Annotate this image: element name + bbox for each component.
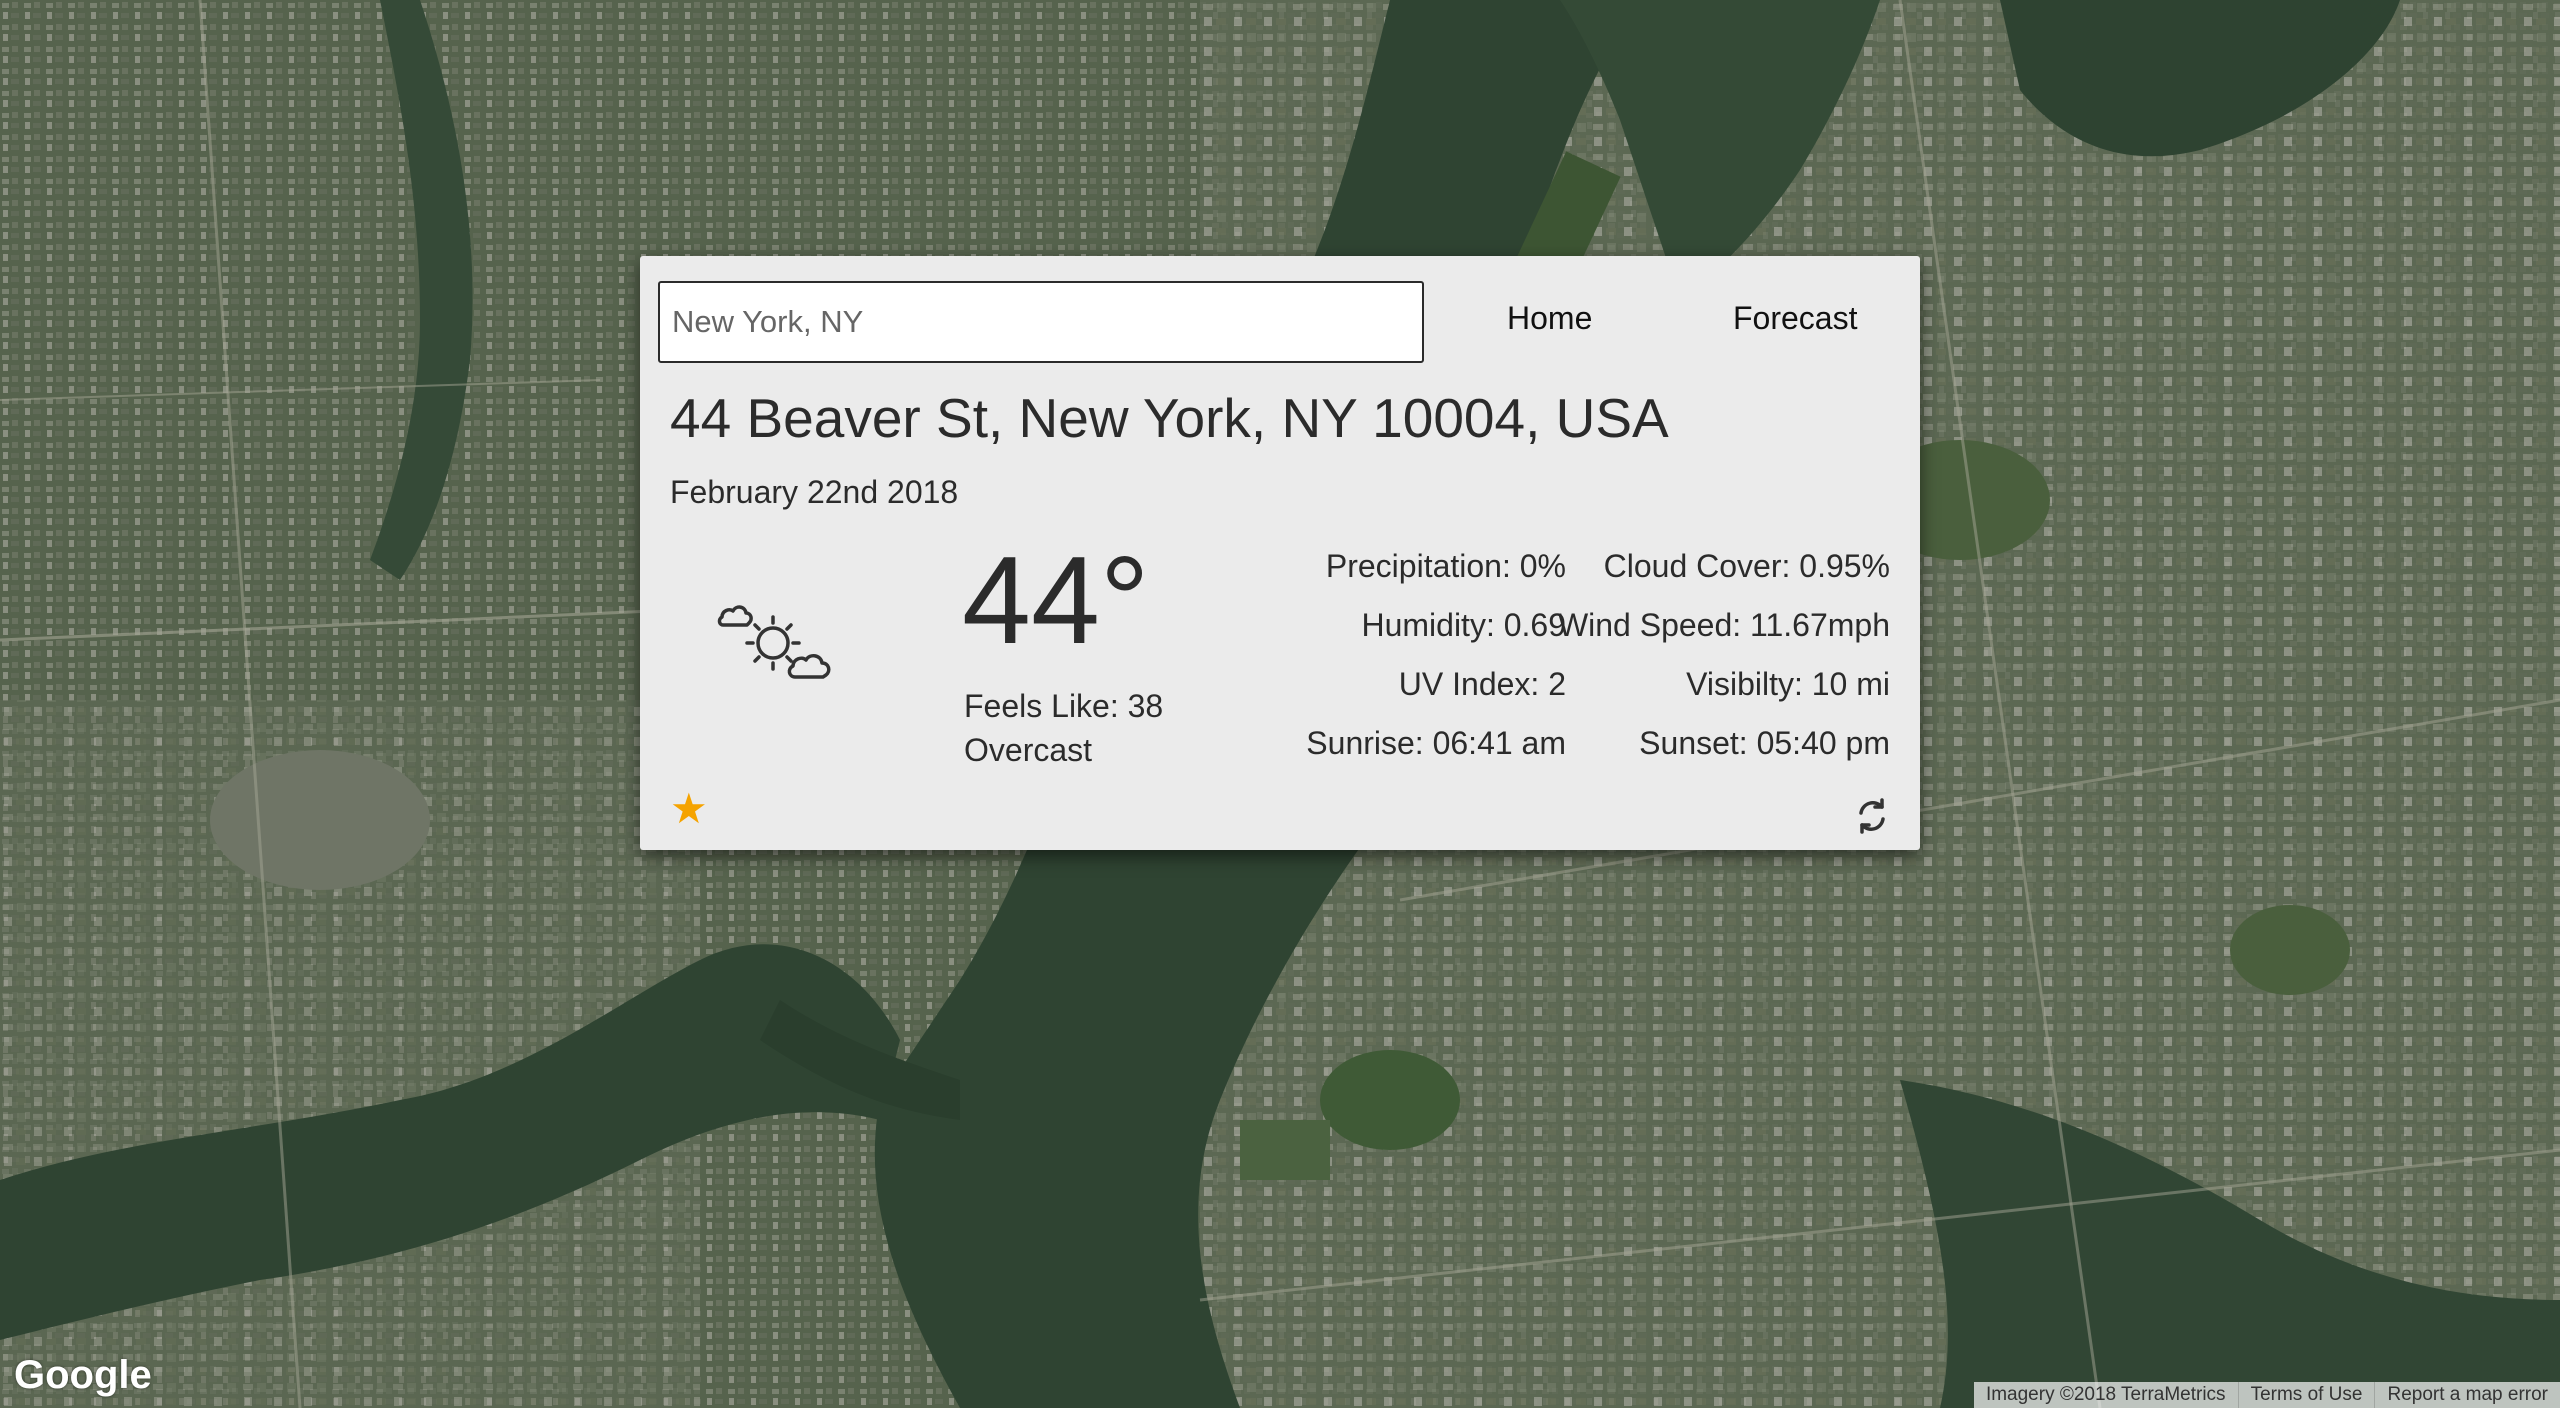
star-icon[interactable]: ★ <box>670 788 708 830</box>
imagery-credit: Imagery ©2018 TerraMetrics <box>1985 1384 2226 1405</box>
weather-card: Home Forecast 44 Beaver St, New York, NY… <box>640 256 1920 850</box>
report-map-error-link[interactable]: Report a map error <box>2374 1382 2560 1408</box>
uv-index-stat: UV Index: 2 <box>1398 666 1566 702</box>
sunset-stat: Sunset: 05:40 pm <box>1639 725 1890 761</box>
location-search-input[interactable] <box>658 281 1424 363</box>
cloud-cover-stat: Cloud Cover: 0.95% <box>1603 548 1890 584</box>
google-logo: Google <box>14 1353 152 1397</box>
visibility-stat: Visibilty: 10 mi <box>1686 666 1890 702</box>
forecast-date: February 22nd 2018 <box>670 474 959 510</box>
weather-details-left: Precipitation: 0% Humidity: 0.69 UV Inde… <box>1306 543 1566 779</box>
refresh-icon[interactable] <box>1852 796 1892 836</box>
feels-like-value: Feels Like: 38 <box>964 688 1164 724</box>
location-address: 44 Beaver St, New York, NY 10004, USA <box>670 387 1669 449</box>
sunrise-stat: Sunrise: 06:41 am <box>1306 725 1566 761</box>
partly-cloudy-sun-icon <box>717 605 831 679</box>
map-attribution-bar: Imagery ©2018 TerraMetrics Terms of Use … <box>1973 1382 2560 1408</box>
terms-of-use-link[interactable]: Terms of Use <box>2237 1382 2375 1408</box>
current-temperature: 44° <box>962 532 1150 670</box>
humidity-stat: Humidity: 0.69 <box>1361 607 1566 643</box>
nav-home-link[interactable]: Home <box>1507 300 1592 337</box>
nav-forecast-link[interactable]: Forecast <box>1733 300 1857 337</box>
weather-summary: Overcast <box>964 732 1093 768</box>
wind-speed-stat: Wind Speed: 11.67mph <box>1557 607 1890 643</box>
weather-details-right: Cloud Cover: 0.95% Wind Speed: 11.67mph … <box>1558 543 1890 779</box>
precipitation-stat: Precipitation: 0% <box>1325 548 1566 584</box>
